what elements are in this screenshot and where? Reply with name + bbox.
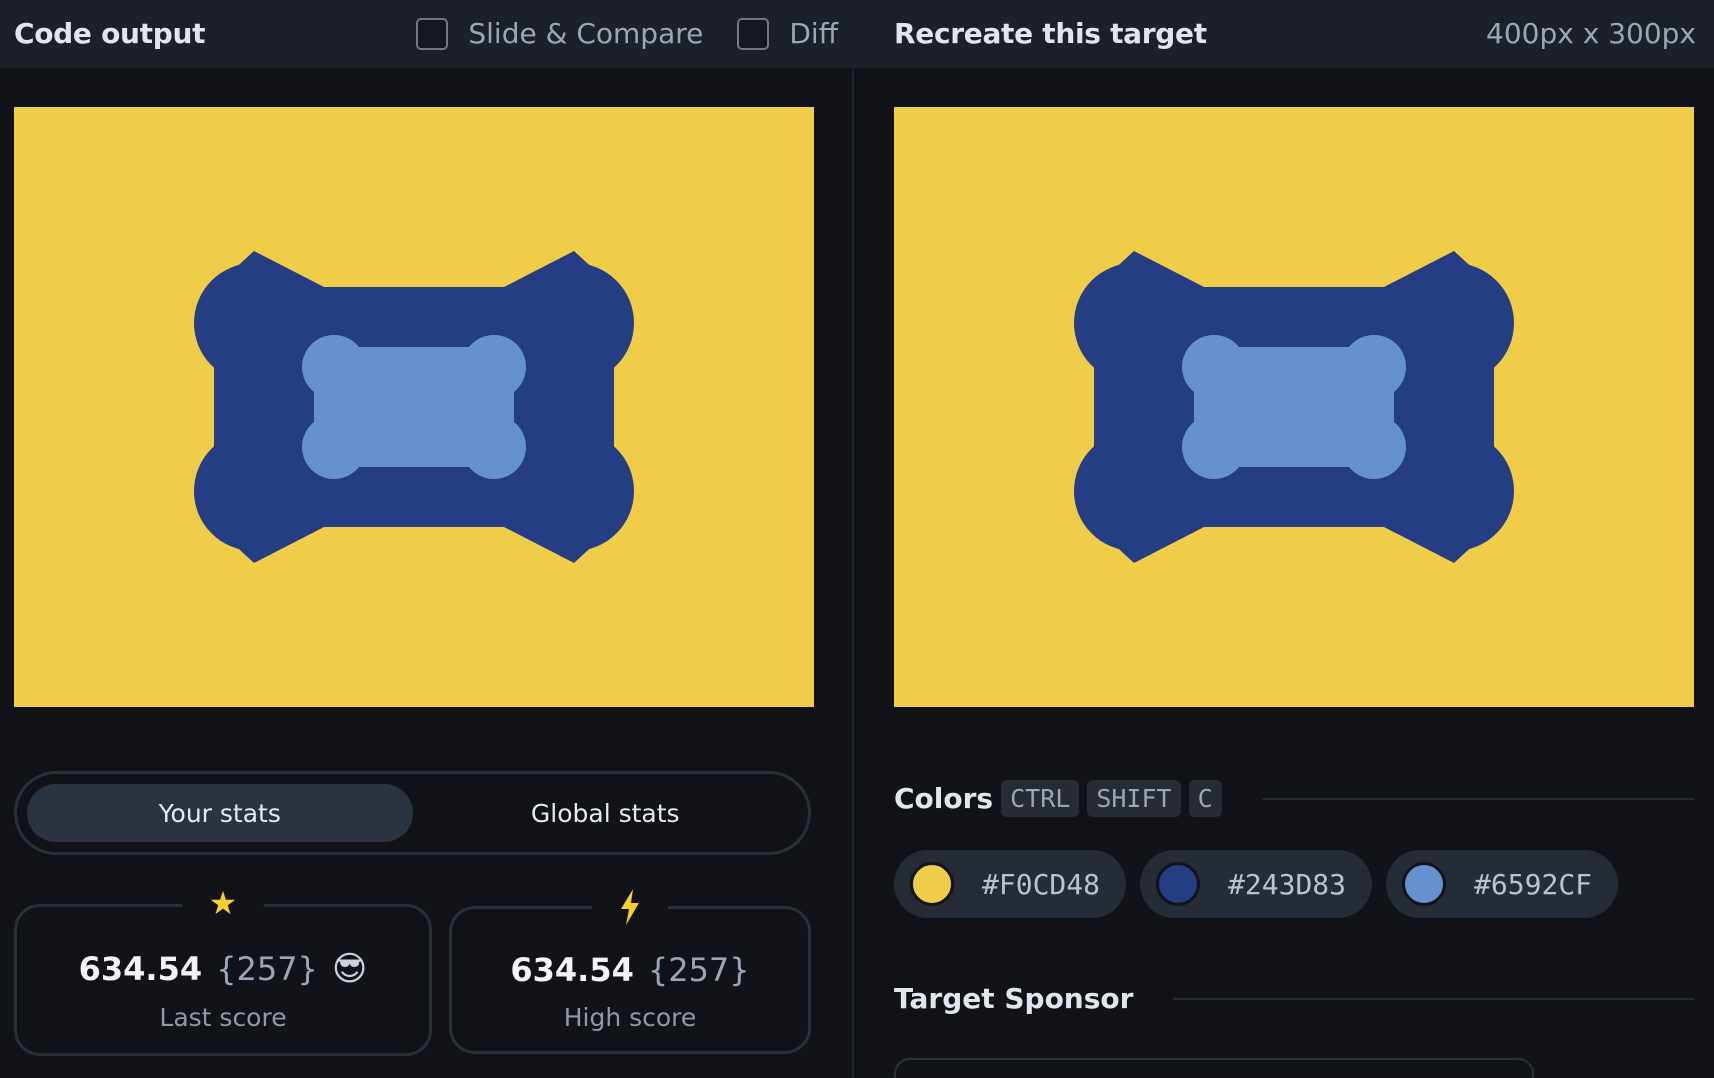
tab-your-stats[interactable]: Your stats [27, 784, 413, 842]
colors-title: Colors [894, 782, 994, 815]
slide-compare-checkbox[interactable] [416, 17, 449, 50]
target-dimensions: 400px x 300px [1486, 17, 1696, 50]
slide-compare-label: Slide & Compare [468, 17, 704, 50]
swatch-hex: #F0CD48 [982, 867, 1101, 901]
swatch-dot [1156, 862, 1201, 906]
color-swatch[interactable]: #6592CF [1386, 850, 1619, 918]
swatch-hex: #243D83 [1228, 867, 1347, 901]
sponsor-title: Target Sponsor [894, 982, 1134, 1015]
colors-header: Colors CTRL SHIFT C [894, 780, 1694, 817]
shortcut-key-c: C [1188, 780, 1222, 817]
last-score-count: {257} [216, 950, 318, 988]
swatch-dot [1402, 862, 1447, 906]
colors-divider [1261, 797, 1694, 800]
last-score-value: 634.54 [78, 950, 203, 988]
target-render [894, 107, 1694, 707]
last-score-card: ★ 634.54 {257} 😎 Last score [14, 881, 432, 1056]
high-score-label: High score [563, 1003, 697, 1032]
color-swatches: #F0CD48 #243D83 #6592CF [894, 850, 1619, 918]
diff-label: Diff [789, 17, 838, 50]
diff-toggle[interactable]: Diff [737, 17, 838, 50]
code-output-title: Code output [14, 17, 206, 50]
tab-global-stats[interactable]: Global stats [413, 784, 799, 842]
color-swatch[interactable]: #F0CD48 [894, 850, 1127, 918]
diff-checkbox[interactable] [737, 17, 770, 50]
target-panel: Recreate this target 400px x 300px Color… [854, 0, 1714, 1078]
last-score-label: Last score [159, 1003, 287, 1032]
sunglasses-emoji: 😎 [331, 949, 368, 989]
target-header: Recreate this target 400px x 300px [854, 0, 1714, 68]
sponsor-divider [1173, 997, 1694, 1000]
swatch-dot [910, 862, 954, 906]
code-output-header: Code output Slide & Compare Diff [0, 0, 852, 68]
lightning-icon [592, 883, 668, 927]
high-score-value: 634.54 [510, 951, 634, 989]
inner-bone-shape [302, 335, 526, 479]
shortcut-key-ctrl: CTRL [1001, 780, 1080, 817]
target-inner-bone-shape [1182, 335, 1406, 479]
sponsor-header: Target Sponsor [894, 982, 1694, 1015]
slide-compare-toggle[interactable]: Slide & Compare [416, 17, 703, 50]
star-icon: ★ [182, 881, 264, 925]
target-title: Recreate this target [894, 17, 1207, 50]
high-score-count: {257} [647, 951, 750, 989]
color-swatch[interactable]: #243D83 [1140, 850, 1373, 918]
target-canvas[interactable] [894, 107, 1694, 707]
high-score-card: 634.54 {257} High score [449, 883, 811, 1054]
output-render [14, 107, 814, 707]
swatch-hex: #6592CF [1474, 867, 1593, 901]
sponsor-card[interactable] [894, 1058, 1534, 1078]
code-output-panel: Code output Slide & Compare Diff Your st… [0, 0, 852, 1078]
stats-tabs: Your stats Global stats [14, 771, 811, 855]
shortcut-key-shift: SHIFT [1087, 780, 1181, 817]
output-canvas[interactable] [14, 107, 814, 707]
